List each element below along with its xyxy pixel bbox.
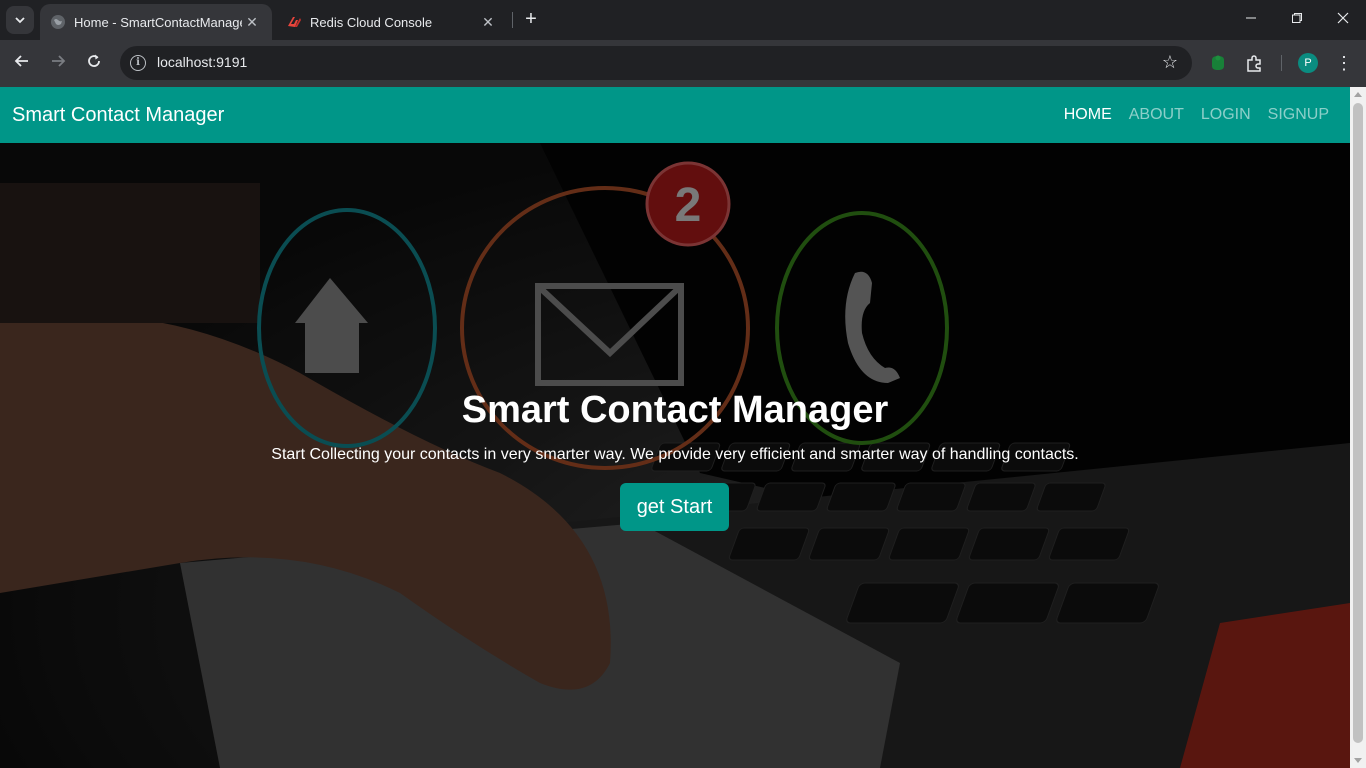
nav-links: HOME ABOUT LOGIN SIGNUP <box>1064 106 1329 124</box>
nav-link-login[interactable]: LOGIN <box>1201 106 1251 124</box>
tab-home[interactable]: Home - SmartContactManager ✕ <box>40 4 272 40</box>
info-icon[interactable]: i <box>130 55 146 71</box>
close-icon[interactable]: ✕ <box>242 14 262 31</box>
address-bar[interactable]: i localhost:9191 ☆ <box>120 46 1192 80</box>
tab-title: Redis Cloud Console <box>310 14 433 30</box>
scroll-up-arrow-icon[interactable] <box>1354 92 1362 97</box>
hero-subtitle: Start Collecting your contacts in very s… <box>271 446 1079 463</box>
tab-search-button[interactable] <box>6 6 34 34</box>
nav-link-signup[interactable]: SIGNUP <box>1268 106 1329 124</box>
page-viewport: Smart Contact Manager HOME ABOUT LOGIN S… <box>0 87 1366 768</box>
hero-section: 2 Smart Contact Manager Start Collecting… <box>0 143 1350 768</box>
extension-icon[interactable] <box>1208 53 1228 73</box>
redis-icon <box>288 17 301 27</box>
globe-icon <box>51 15 65 29</box>
nav-link-about[interactable]: ABOUT <box>1129 106 1184 124</box>
puzzle-icon[interactable] <box>1245 53 1265 73</box>
reload-icon <box>88 54 100 67</box>
browser-toolbar: i localhost:9191 ☆ P ⋮ <box>0 40 1366 87</box>
get-start-button[interactable]: get Start <box>620 483 729 531</box>
plus-icon: + <box>525 8 537 30</box>
back-button[interactable] <box>7 48 37 78</box>
close-icon[interactable]: ✕ <box>478 14 498 31</box>
restore-button[interactable] <box>1274 6 1320 34</box>
hero-title: Smart Contact Manager <box>461 389 889 431</box>
avatar[interactable]: P <box>1298 53 1318 73</box>
browser-tabstrip: Home - SmartContactManager ✕ Redis Cloud… <box>0 0 1366 40</box>
tab-redis[interactable]: Redis Cloud Console ✕ <box>276 4 508 40</box>
new-tab-button[interactable]: + <box>520 8 542 32</box>
forward-button[interactable] <box>43 48 73 78</box>
url-text[interactable]: localhost:9191 <box>157 54 247 70</box>
navbar-brand[interactable]: Smart Contact Manager <box>12 104 224 127</box>
close-window-button[interactable] <box>1320 6 1366 34</box>
tab-divider <box>512 12 513 28</box>
page-scrollbar[interactable] <box>1350 87 1366 768</box>
back-arrow-icon <box>14 55 28 67</box>
reload-button[interactable] <box>79 48 109 78</box>
kebab-menu-icon[interactable]: ⋮ <box>1334 49 1354 77</box>
scroll-down-arrow-icon[interactable] <box>1354 758 1362 763</box>
star-icon[interactable]: ☆ <box>1162 52 1178 73</box>
minimize-button[interactable] <box>1228 6 1274 34</box>
toolbar-divider <box>1281 55 1282 71</box>
minimize-icon <box>1246 17 1256 19</box>
scroll-thumb[interactable] <box>1353 103 1363 743</box>
nav-link-home[interactable]: HOME <box>1064 106 1112 124</box>
site-navbar: Smart Contact Manager HOME ABOUT LOGIN S… <box>0 87 1350 143</box>
chevron-down-icon <box>15 17 25 24</box>
restore-icon <box>1292 13 1302 23</box>
close-icon <box>1337 12 1349 24</box>
forward-arrow-icon <box>52 55 66 67</box>
tab-title: Home - SmartContactManager <box>74 14 242 30</box>
